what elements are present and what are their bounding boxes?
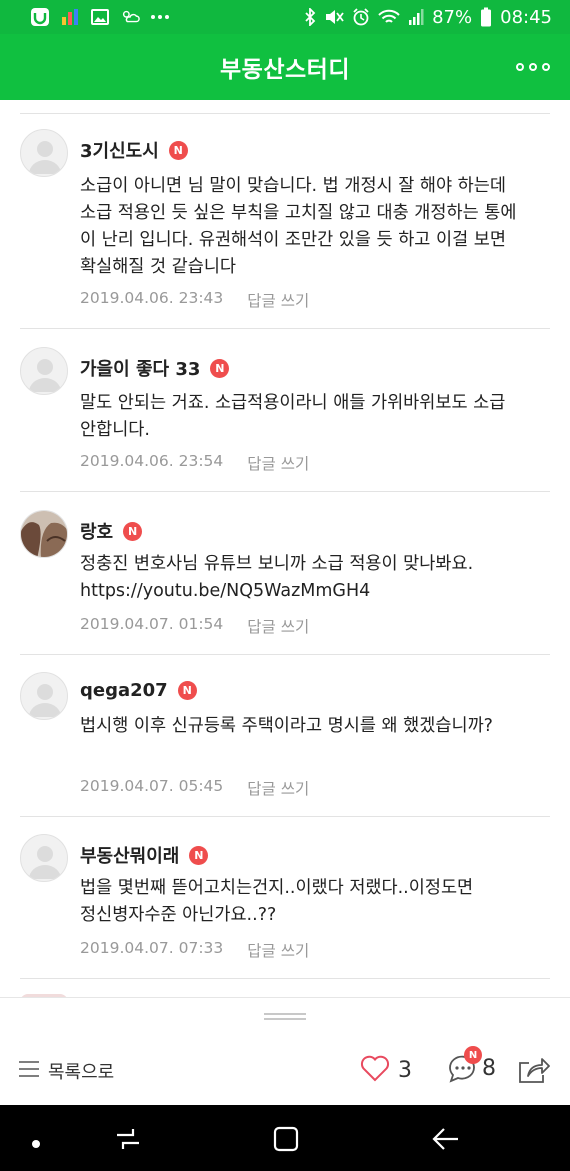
- like-button[interactable]: 3: [360, 1054, 412, 1086]
- new-badge: N: [177, 681, 197, 700]
- wifi-icon: [378, 8, 400, 26]
- avatar[interactable]: [20, 347, 68, 395]
- like-count: 3: [398, 1057, 412, 1083]
- reply-button[interactable]: 답글 쓰기: [247, 615, 309, 637]
- comment-item: 부동산뭐이래 N 법을 몇번째 뜯어고치는건지..이랬다 저랬다..이정도면 정…: [20, 834, 550, 979]
- comment-item: qega207 N 법시행 이후 신규등록 주택이라고 명시를 왜 했겠습니까?…: [20, 672, 550, 817]
- share-button[interactable]: [516, 1054, 550, 1088]
- divider: [20, 113, 550, 114]
- nickname-row: 부동산뭐이래 N: [80, 842, 209, 868]
- comment-count: 8: [482, 1055, 496, 1081]
- comment-date: 2019.04.06. 23:54: [80, 452, 224, 470]
- divider: [20, 816, 550, 817]
- back-to-list-label: 목록으로: [48, 1062, 115, 1083]
- status-bar: 87% 08:45: [0, 0, 570, 34]
- nickname-row: qega207 N: [80, 680, 197, 701]
- more-dot-icon: [516, 63, 524, 71]
- comment-icon-wrap: N: [446, 1046, 482, 1084]
- drag-handle[interactable]: [264, 1013, 306, 1020]
- comment-text: 정충진 변호사님 유튜브 보니까 소급 적용이 맞나봐요. https://yo…: [80, 554, 474, 601]
- divider: [20, 654, 550, 655]
- comment-meta: 2019.04.07. 01:54 답글 쓰기: [80, 615, 309, 637]
- more-options-button[interactable]: [516, 56, 550, 78]
- nickname[interactable]: 부동산뭐이래: [80, 842, 179, 868]
- alarm-icon: [352, 8, 370, 26]
- back-to-list-button[interactable]: 목록으로: [18, 1058, 114, 1084]
- comment-item: 3기신도시 N 소급이 아니면 님 말이 맞습니다. 법 개정시 잘 해야 하는…: [20, 129, 550, 329]
- share-icon: [516, 1058, 550, 1088]
- nickname[interactable]: 3기신도시: [80, 137, 159, 163]
- back-arrow-icon[interactable]: [430, 1125, 460, 1157]
- clock-time: 08:45: [500, 6, 552, 28]
- bluetooth-icon: [304, 8, 316, 26]
- comment-meta: 2019.04.07. 07:33 답글 쓰기: [80, 939, 309, 961]
- comment-date: 2019.04.07. 01:54: [80, 615, 224, 633]
- divider: [20, 491, 550, 492]
- nickname-row: 3기신도시 N: [80, 137, 188, 163]
- weather-icon: [120, 7, 140, 27]
- menu-lines-icon: [18, 1059, 40, 1083]
- comment-meta: 2019.04.06. 23:43 답글 쓰기: [80, 289, 309, 311]
- comment-meta: 2019.04.07. 05:45 답글 쓰기: [80, 777, 309, 799]
- comment-date: 2019.04.06. 23:43: [80, 289, 224, 307]
- reply-button[interactable]: 답글 쓰기: [247, 939, 309, 961]
- comment-item: 랑호 N 정충진 변호사님 유튜브 보니까 소급 적용이 맞나봐요. https…: [20, 510, 550, 655]
- nickname-row: 가을이 좋다 33 N: [80, 355, 230, 381]
- mute-icon: [324, 8, 344, 26]
- comment-text: 법시행 이후 신규등록 주택이라고 명시를 왜 했겠습니까?: [80, 716, 493, 736]
- nickname-row: 랑호 N: [80, 518, 143, 544]
- divider: [20, 328, 550, 329]
- new-badge: N: [464, 1046, 482, 1064]
- new-badge: N: [123, 521, 143, 541]
- gallery-icon: [90, 7, 110, 27]
- battery-percent: 87%: [432, 6, 473, 28]
- status-right-icons: 87% 08:45: [304, 7, 552, 28]
- comment-date: 2019.04.07. 07:33: [80, 939, 224, 957]
- comment-count-button[interactable]: N 8: [446, 1046, 496, 1084]
- nav-dot-icon[interactable]: [31, 1134, 41, 1153]
- home-button-icon[interactable]: [272, 1125, 300, 1157]
- heart-icon: [360, 1054, 390, 1086]
- chart-app-icon: [60, 7, 80, 27]
- avatar[interactable]: [20, 672, 68, 720]
- new-badge: N: [168, 140, 188, 160]
- new-badge: N: [210, 358, 230, 378]
- comment-text: 말도 안되는 거죠. 소급적용이라니 애들 가위바위보도 소급 안합니다.: [80, 393, 506, 440]
- avatar[interactable]: [20, 834, 68, 882]
- avatar[interactable]: [20, 129, 68, 177]
- divider: [20, 978, 550, 979]
- reply-button[interactable]: 답글 쓰기: [247, 452, 309, 474]
- nickname[interactable]: 랑호: [80, 518, 113, 544]
- nickname[interactable]: 가을이 좋다 33: [80, 355, 200, 381]
- system-navigation-bar: [0, 1105, 570, 1171]
- speech-bubble-icon: [446, 1055, 478, 1088]
- more-dots-icon: [150, 7, 170, 27]
- comment-item: 가을이 좋다 33 N 말도 안되는 거죠. 소급적용이라니 애들 가위바위보도…: [20, 347, 550, 492]
- comment-date: 2019.04.07. 05:45: [80, 777, 224, 795]
- battery-icon: [480, 7, 492, 27]
- bottom-action-bar: 목록으로 3 N 8: [0, 997, 570, 1105]
- comment-text: 소급이 아니면 님 말이 맞습니다. 법 개정시 잘 해야 하는데 소급 적용인…: [80, 176, 517, 277]
- comment-list[interactable]: 3기신도시 N 소급이 아니면 님 말이 맞습니다. 법 개정시 잘 해야 하는…: [0, 100, 570, 997]
- signal-icon: [408, 8, 424, 26]
- more-dot-icon: [542, 63, 550, 71]
- app-notification-icon: [30, 7, 50, 27]
- avatar[interactable]: [20, 510, 68, 558]
- more-dot-icon: [529, 63, 537, 71]
- recent-apps-icon[interactable]: [114, 1125, 142, 1157]
- comment-text: 법을 몇번째 뜯어고치는건지..이랬다 저랬다..이정도면 정신병자수준 아닌가…: [80, 878, 474, 925]
- status-left-icons: [30, 7, 304, 27]
- comment-meta: 2019.04.06. 23:54 답글 쓰기: [80, 452, 309, 474]
- page-title: 부동산스터디: [220, 57, 350, 83]
- app-header: 부동산스터디: [0, 34, 570, 100]
- reply-button[interactable]: 답글 쓰기: [247, 777, 309, 799]
- nickname[interactable]: qega207: [80, 680, 168, 701]
- new-badge: N: [189, 845, 209, 865]
- reply-button[interactable]: 답글 쓰기: [247, 289, 309, 311]
